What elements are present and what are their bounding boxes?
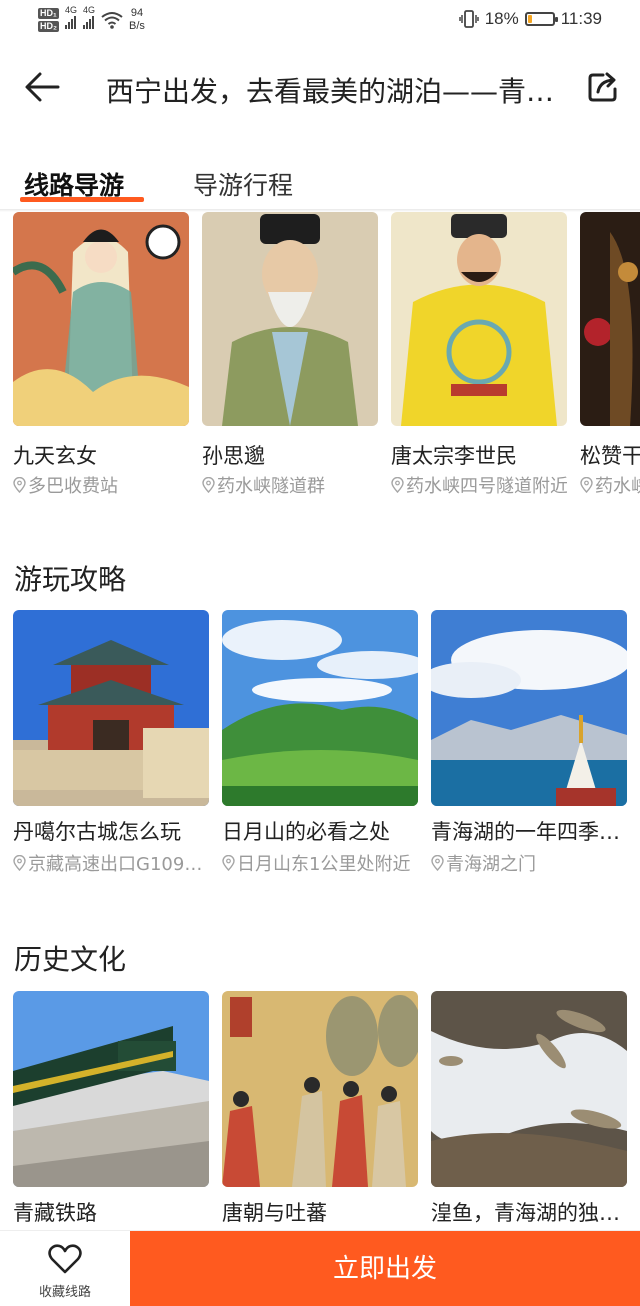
figure-image — [13, 212, 189, 426]
tab-guide-itinerary[interactable]: 导游行程 — [193, 166, 293, 202]
figure-location: 药水峡 — [580, 472, 640, 498]
travel-tip-image — [13, 610, 209, 806]
network-label-2: 4G — [83, 5, 96, 15]
travel-tip-location: 日月山东1公里处附近 — [222, 850, 418, 876]
travel-tip-location: 京藏高速出口G109国道 — [13, 850, 209, 876]
share-button[interactable] — [583, 67, 623, 107]
figure-location: 药水峡隧道群 — [202, 472, 378, 498]
history-image — [431, 991, 627, 1187]
vibrate-icon — [458, 10, 479, 28]
location-pin-icon — [431, 855, 444, 871]
figure-image — [580, 212, 640, 426]
depart-now-button[interactable]: 立即出发 — [130, 1231, 640, 1306]
wifi-icon — [101, 11, 123, 29]
status-bar: HD₁ HD₂ 4G 4G 94 B/s 18% 11:39 — [0, 0, 640, 40]
travel-tip-image — [431, 610, 627, 806]
location-pin-icon — [391, 477, 404, 493]
bottom-action-bar: 收藏线路 立即出发 — [0, 1230, 640, 1306]
tab-divider — [0, 209, 640, 212]
figure-location-text: 药水峡四号隧道附近 — [406, 476, 567, 497]
figure-location-text: 药水峡隧道群 — [217, 476, 325, 497]
figure-name: 孙思邈 — [202, 444, 265, 468]
location-pin-icon — [580, 477, 593, 493]
title-bar: 西宁出发，去看最美的湖泊——青海湖 — [0, 52, 640, 122]
travel-tip-location-text: 青海湖之门 — [446, 854, 536, 875]
travel-tip-location-text: 日月山东1公里处附近 — [237, 854, 411, 875]
active-tab-indicator — [20, 197, 144, 202]
tab-bar: 线路导游 导游行程 — [0, 162, 640, 210]
speed-unit: B/s — [129, 19, 145, 32]
travel-tip-location-text: 京藏高速出口G109国道 — [28, 854, 209, 875]
battery-icon — [524, 12, 558, 26]
favorite-label: 收藏线路 — [38, 1285, 91, 1300]
figure-location-text: 多巴收费站 — [28, 476, 118, 497]
network-label-1: 4G — [65, 5, 78, 15]
heart-icon — [48, 1244, 82, 1274]
history-name: 湟鱼，青海湖的独特鱼类 — [431, 1201, 627, 1225]
travel-tip-name: 青海湖的一年四季景色 — [431, 820, 627, 844]
back-button[interactable] — [22, 67, 62, 107]
network-speed: 94 B/s — [129, 7, 145, 33]
hd-badge-2: HD₂ — [38, 20, 59, 32]
figure-location: 药水峡四号隧道附近 — [391, 472, 567, 498]
hd-badge-1: HD₁ — [38, 7, 59, 19]
travel-tip-name: 丹噶尔古城怎么玩 — [13, 820, 181, 844]
signal-icon — [65, 15, 76, 29]
figure-name: 九天玄女 — [13, 444, 97, 468]
figure-image — [202, 212, 378, 426]
content-scroll[interactable]: 九天玄女 多巴收费站 孙思邈 药水峡隧道群 唐太宗李世民 药水峡四号隧道附近 松… — [0, 212, 640, 1230]
travel-tip-image — [222, 610, 418, 806]
favorite-route-button[interactable]: 收藏线路 — [0, 1231, 130, 1306]
travel-tip-location: 青海湖之门 — [431, 850, 627, 876]
history-name: 青藏铁路 — [13, 1201, 97, 1225]
speed-value: 94 — [130, 6, 144, 19]
figure-image — [391, 212, 567, 426]
figure-location-text: 药水峡 — [595, 476, 640, 497]
page-title: 西宁出发，去看最美的湖泊——青海湖 — [106, 75, 566, 108]
figure-location: 多巴收费站 — [13, 472, 189, 498]
signal-icon-2 — [83, 15, 95, 29]
location-pin-icon — [202, 477, 215, 493]
location-pin-icon — [13, 855, 26, 871]
figure-name: 唐太宗李世民 — [391, 444, 517, 468]
back-arrow-icon — [25, 72, 60, 102]
travel-tip-name: 日月山的必看之处 — [222, 820, 390, 844]
history-image — [222, 991, 418, 1187]
clock: 11:39 — [560, 9, 602, 28]
history-image — [13, 991, 209, 1187]
share-icon — [588, 72, 617, 102]
figure-name: 松赞干布 — [580, 444, 640, 468]
history-name: 唐朝与吐蕃 — [222, 1201, 327, 1225]
location-pin-icon — [13, 477, 26, 493]
battery-percent: 18% — [484, 9, 519, 28]
section-title-travel-tips: 游玩攻略 — [14, 563, 127, 596]
section-title-history-culture: 历史文化 — [14, 943, 127, 976]
location-pin-icon — [222, 855, 235, 871]
